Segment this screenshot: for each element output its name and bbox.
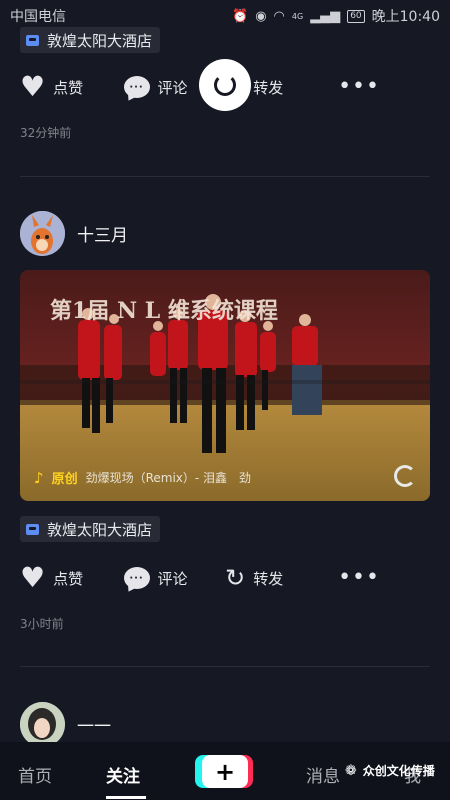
- wechat-icon: ❁: [345, 762, 357, 779]
- more-button[interactable]: •••: [338, 567, 380, 589]
- share-label: 转发: [253, 78, 284, 97]
- loading-spinner-icon: [394, 465, 416, 487]
- status-icons: ⏰ ◉ ◠ 4G ▂▄▆ 60 晚上10:40: [232, 6, 440, 26]
- post-author[interactable]: 十三月: [20, 211, 128, 256]
- loading-spinner-icon: [214, 74, 236, 96]
- heart-icon: ♥: [20, 561, 46, 594]
- like-label: 点赞: [53, 78, 84, 97]
- post-timestamp: 3小时前: [20, 617, 64, 631]
- create-button[interactable]: +: [195, 755, 253, 788]
- nav-home[interactable]: 首页: [18, 762, 52, 787]
- post-timestamp: 32分钟前: [20, 126, 72, 140]
- post-divider: [20, 666, 430, 667]
- comment-label: 评论: [157, 569, 188, 588]
- plus-icon: +: [202, 755, 248, 788]
- post-divider: [20, 176, 430, 177]
- location-tag[interactable]: 敦煌太阳大酒店: [20, 27, 161, 53]
- watermark-label: 众创文化传播: [362, 764, 435, 778]
- like-button[interactable]: ♥ 点赞: [20, 73, 124, 101]
- comment-icon: ···: [123, 76, 150, 98]
- location-label: 敦煌太阳大酒店: [47, 31, 153, 50]
- post-actions: ♥ 点赞 ··· 评论 ↻ 转发 •••: [20, 558, 430, 598]
- video-frame: 第1届 N L 维系统课程: [20, 270, 430, 501]
- more-icon: •••: [338, 74, 380, 99]
- alarm-icon: ⏰: [232, 8, 249, 24]
- nav-messages[interactable]: 消息: [306, 762, 340, 787]
- share-icon: ↻: [225, 564, 246, 592]
- heart-icon: ♥: [20, 70, 46, 103]
- nav-following[interactable]: 关注: [106, 762, 140, 787]
- comment-label: 评论: [157, 78, 188, 97]
- music-title: 劲爆现场（Remix）- 泪鑫 劲: [85, 471, 252, 485]
- share-button[interactable]: ↻ 转发: [225, 566, 338, 590]
- carrier-label: 中国电信: [10, 9, 66, 25]
- loading-indicator: [199, 59, 251, 111]
- wifi-icon: ◠: [273, 8, 285, 24]
- location-icon: [26, 523, 39, 535]
- network-label: 4G: [291, 11, 304, 21]
- eye-icon: ◉: [255, 8, 267, 24]
- share-label: 转发: [253, 569, 284, 588]
- comment-icon: ···: [123, 567, 150, 589]
- author-name[interactable]: 一一: [77, 712, 111, 737]
- video-player[interactable]: 第1届 N L 维系统课程 ♪ 原创 劲爆现场（Remix）- 泪鑫 劲: [20, 270, 430, 501]
- nav-active-indicator: [106, 796, 146, 799]
- post-author[interactable]: 一一: [20, 702, 111, 747]
- like-label: 点赞: [53, 569, 84, 588]
- more-icon: •••: [338, 565, 380, 590]
- watermark: ❁ 众创文化传播: [345, 762, 435, 779]
- location-icon: [26, 34, 39, 46]
- like-button[interactable]: ♥ 点赞: [20, 564, 124, 592]
- battery-icon: 60: [347, 9, 365, 23]
- avatar[interactable]: [20, 211, 65, 256]
- comment-button[interactable]: ··· 评论: [123, 567, 226, 589]
- music-note-icon: ♪: [34, 468, 44, 487]
- avatar[interactable]: [20, 702, 65, 747]
- video-banner-text: 第1届 N L 维系统课程: [50, 298, 278, 324]
- more-button[interactable]: •••: [338, 76, 380, 98]
- clock: 晚上10:40: [371, 9, 440, 25]
- location-tag[interactable]: 敦煌太阳大酒店: [20, 516, 161, 542]
- author-name[interactable]: 十三月: [77, 221, 128, 246]
- music-info[interactable]: ♪ 原创 劲爆现场（Remix）- 泪鑫 劲: [34, 468, 252, 488]
- signal-icon: ▂▄▆: [310, 8, 341, 24]
- location-label: 敦煌太阳大酒店: [47, 520, 153, 539]
- music-original-tag: 原创: [51, 472, 78, 487]
